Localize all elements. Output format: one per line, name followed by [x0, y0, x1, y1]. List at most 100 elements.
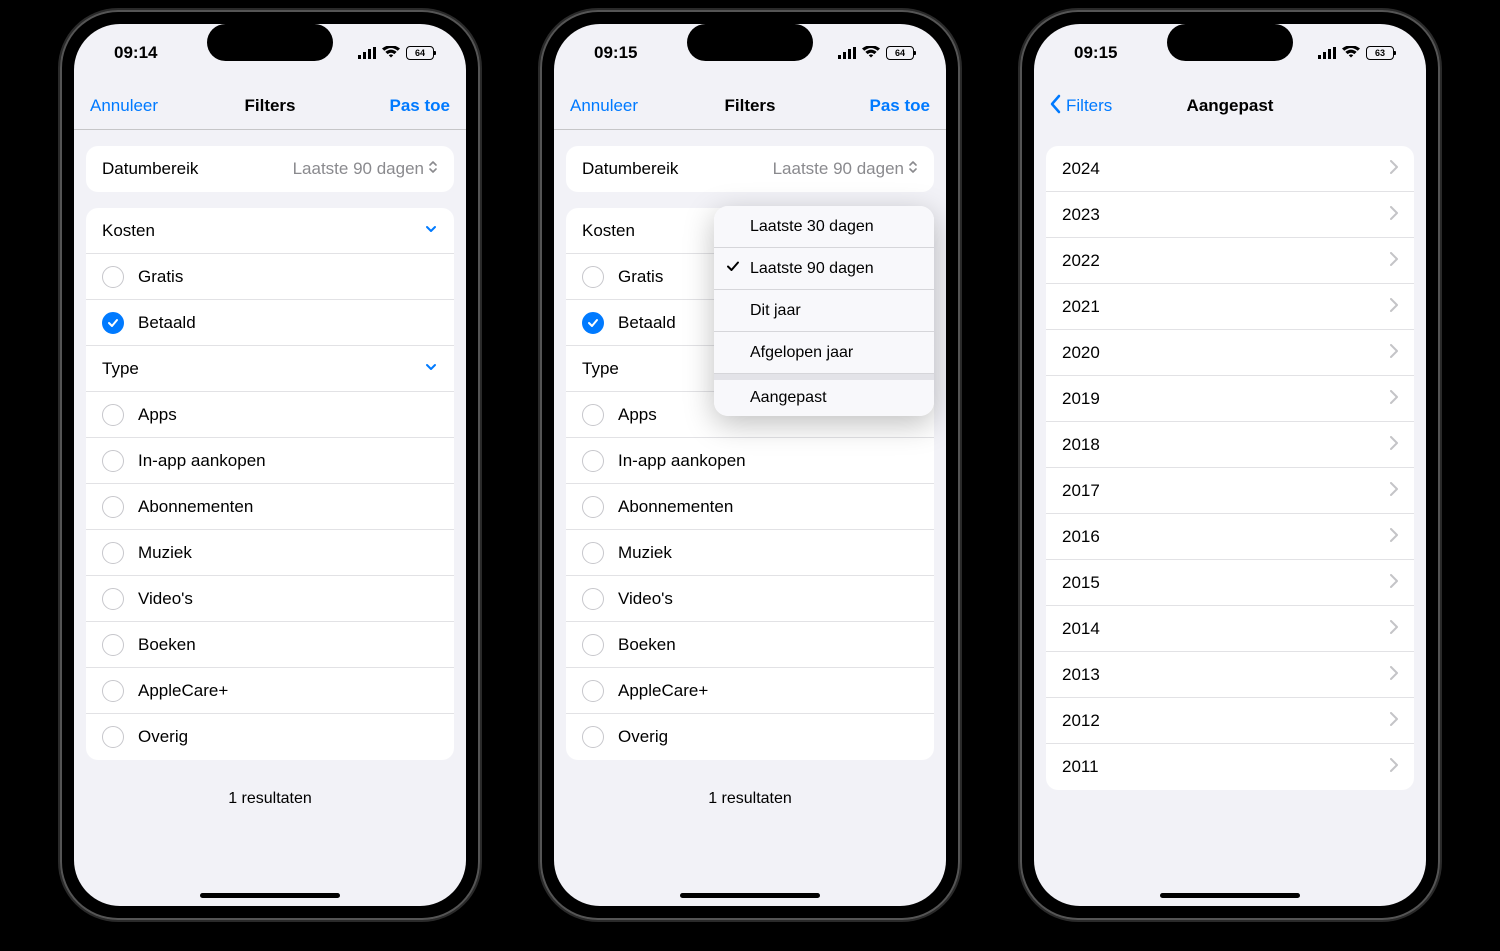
cost-option-gratis[interactable]: Gratis — [86, 254, 454, 300]
nav-bar: Annuleer Filters Pas toe — [554, 82, 946, 130]
type-option[interactable]: In-app aankopen — [86, 438, 454, 484]
type-option[interactable]: Boeken — [566, 622, 934, 668]
popup-option-90[interactable]: Laatste 90 dagen — [714, 248, 934, 290]
type-option[interactable]: Abonnementen — [566, 484, 934, 530]
option-label: Overig — [138, 727, 188, 747]
cellular-icon — [838, 46, 856, 60]
popup-label: Laatste 90 dagen — [750, 260, 874, 278]
year-label: 2019 — [1062, 389, 1100, 409]
popup-option-30[interactable]: Laatste 30 dagen — [714, 206, 934, 248]
year-row[interactable]: 2024 — [1046, 146, 1414, 192]
type-option[interactable]: In-app aankopen — [566, 438, 934, 484]
radio-icon — [102, 496, 124, 518]
type-option[interactable]: Overig — [566, 714, 934, 760]
type-header-row[interactable]: Type — [86, 346, 454, 392]
year-row[interactable]: 2011 — [1046, 744, 1414, 790]
year-row[interactable]: 2022 — [1046, 238, 1414, 284]
date-range-row[interactable]: Datumbereik Laatste 90 dagen — [86, 146, 454, 192]
year-row[interactable]: 2018 — [1046, 422, 1414, 468]
radio-icon — [582, 450, 604, 472]
radio-icon — [102, 450, 124, 472]
option-label: Abonnementen — [138, 497, 253, 517]
cancel-button[interactable]: Annuleer — [570, 96, 638, 116]
clock: 09:14 — [114, 43, 157, 63]
results-count: 1 resultaten — [566, 790, 934, 808]
back-button[interactable]: Filters — [1050, 94, 1112, 119]
year-label: 2017 — [1062, 481, 1100, 501]
option-label: Betaald — [138, 313, 196, 333]
year-row[interactable]: 2020 — [1046, 330, 1414, 376]
cellular-icon — [358, 46, 376, 60]
year-label: 2014 — [1062, 619, 1100, 639]
notch — [1167, 24, 1293, 61]
type-option[interactable]: AppleCare+ — [86, 668, 454, 714]
chevron-right-icon — [1390, 665, 1398, 685]
year-row[interactable]: 2013 — [1046, 652, 1414, 698]
year-row[interactable]: 2017 — [1046, 468, 1414, 514]
type-option[interactable]: Overig — [86, 714, 454, 760]
type-option[interactable]: Muziek — [86, 530, 454, 576]
phone-1: 09:14 64 Annuleer Filters Pas toe Datumb… — [60, 10, 480, 920]
year-label: 2018 — [1062, 435, 1100, 455]
type-option[interactable]: Boeken — [86, 622, 454, 668]
status-indicators: 63 — [1318, 46, 1394, 60]
cost-option-betaald[interactable]: Betaald — [86, 300, 454, 346]
option-label: Boeken — [618, 635, 676, 655]
radio-icon — [582, 266, 604, 288]
date-range-card: Datumbereik Laatste 90 dagen — [566, 146, 934, 192]
phone-3: 09:15 63 Filters Aangepast 2024202320222… — [1020, 10, 1440, 920]
type-option[interactable]: Video's — [566, 576, 934, 622]
radio-checked-icon — [582, 312, 604, 334]
year-row[interactable]: 2023 — [1046, 192, 1414, 238]
year-label: 2013 — [1062, 665, 1100, 685]
chevron-right-icon — [1390, 711, 1398, 731]
radio-icon — [102, 634, 124, 656]
nav-title: Aangepast — [1187, 96, 1274, 116]
chevron-right-icon — [1390, 435, 1398, 455]
year-row[interactable]: 2019 — [1046, 376, 1414, 422]
type-option[interactable]: Muziek — [566, 530, 934, 576]
year-row[interactable]: 2015 — [1046, 560, 1414, 606]
option-label: Abonnementen — [618, 497, 733, 517]
year-row[interactable]: 2016 — [1046, 514, 1414, 560]
content[interactable]: 202420232022 2021 2020 2019 2018 2017 2016 2015… — [1034, 130, 1426, 906]
year-row[interactable]: 2012 — [1046, 698, 1414, 744]
apply-button[interactable]: Pas toe — [870, 96, 930, 116]
radio-icon — [582, 496, 604, 518]
screen: 09:15 64 Annuleer Filters Pas toe Datumb… — [554, 24, 946, 906]
type-option[interactable]: AppleCare+ — [566, 668, 934, 714]
chevron-right-icon — [1390, 573, 1398, 593]
apply-button[interactable]: Pas toe — [390, 96, 450, 116]
cancel-button[interactable]: Annuleer — [90, 96, 158, 116]
year-label: 2021 — [1062, 297, 1100, 317]
type-option[interactable]: Abonnementen — [86, 484, 454, 530]
costs-header-label: Kosten — [102, 221, 155, 241]
year-row[interactable]: 2021 — [1046, 284, 1414, 330]
costs-header-row[interactable]: Kosten — [86, 208, 454, 254]
year-label: 2012 — [1062, 711, 1100, 731]
year-label: 2016 — [1062, 527, 1100, 547]
option-label: Apps — [618, 405, 657, 425]
status-indicators: 64 — [358, 46, 434, 60]
notch — [687, 24, 813, 61]
option-label: Muziek — [618, 543, 672, 563]
date-range-label: Datumbereik — [582, 159, 678, 179]
clock: 09:15 — [594, 43, 637, 63]
type-option[interactable]: Apps — [86, 392, 454, 438]
status-indicators: 64 — [838, 46, 914, 60]
notch — [207, 24, 333, 61]
popup-option-this-year[interactable]: Dit jaar — [714, 290, 934, 332]
results-count: 1 resultaten — [86, 790, 454, 808]
home-indicator[interactable] — [680, 893, 820, 898]
year-label: 2020 — [1062, 343, 1100, 363]
date-range-row[interactable]: Datumbereik Laatste 90 dagen — [566, 146, 934, 192]
home-indicator[interactable] — [200, 893, 340, 898]
option-label: Video's — [618, 589, 673, 609]
popup-option-last-year[interactable]: Afgelopen jaar — [714, 332, 934, 374]
home-indicator[interactable] — [1160, 893, 1300, 898]
year-row[interactable]: 2014 — [1046, 606, 1414, 652]
type-option[interactable]: Video's — [86, 576, 454, 622]
content[interactable]: Datumbereik Laatste 90 dagen Kosten — [74, 130, 466, 906]
popup-option-custom[interactable]: Aangepast — [714, 374, 934, 416]
popup-label: Laatste 30 dagen — [750, 218, 874, 236]
